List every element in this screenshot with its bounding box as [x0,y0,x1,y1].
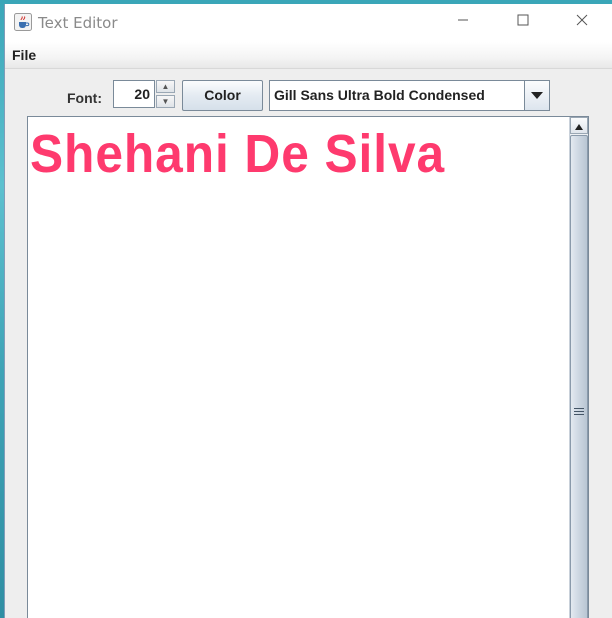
scroll-up-button[interactable] [570,117,588,134]
close-icon [576,13,588,31]
maximize-button[interactable] [500,4,546,40]
spin-down-button[interactable]: ▼ [156,95,175,108]
menu-file[interactable]: File [12,47,36,63]
font-size-spinner[interactable]: 20 ▲ ▼ [113,80,175,110]
close-button[interactable] [559,4,605,40]
vertical-scrollbar[interactable] [569,117,588,618]
font-family-selected: Gill Sans Ultra Bold Condensed [274,87,485,103]
window-title: Text Editor [38,14,118,32]
chevron-down-icon: ▼ [161,97,170,106]
scroll-up-arrow-icon [575,117,583,135]
minimize-button[interactable] [440,4,486,40]
menu-bar: File [5,42,612,69]
font-size-label: Font: [67,90,102,106]
font-size-field[interactable]: 20 [113,80,155,108]
maximize-icon [517,13,529,31]
dropdown-arrow-button[interactable] [524,81,549,110]
formatting-toolbar: Font: 20 ▲ ▼ Color Gill Sans Ultra Bold … [5,70,612,116]
text-editor-window: Text Editor File Font: 20 ▲ ▼ Color Gill… [4,4,612,618]
java-cup-icon [14,13,32,31]
title-bar[interactable]: Text Editor [5,4,612,42]
scrollbar-thumb[interactable] [570,135,588,618]
spin-up-button[interactable]: ▲ [156,80,175,93]
color-button[interactable]: Color [182,80,263,111]
minimize-icon [457,13,469,31]
font-family-dropdown[interactable]: Gill Sans Ultra Bold Condensed [269,80,550,111]
chevron-up-icon: ▲ [161,82,170,91]
grip-icon [574,408,584,416]
editor-content[interactable]: Shehani De Silva [30,123,445,185]
triangle-down-icon [531,87,543,105]
text-editor-area[interactable]: Shehani De Silva [27,116,589,618]
